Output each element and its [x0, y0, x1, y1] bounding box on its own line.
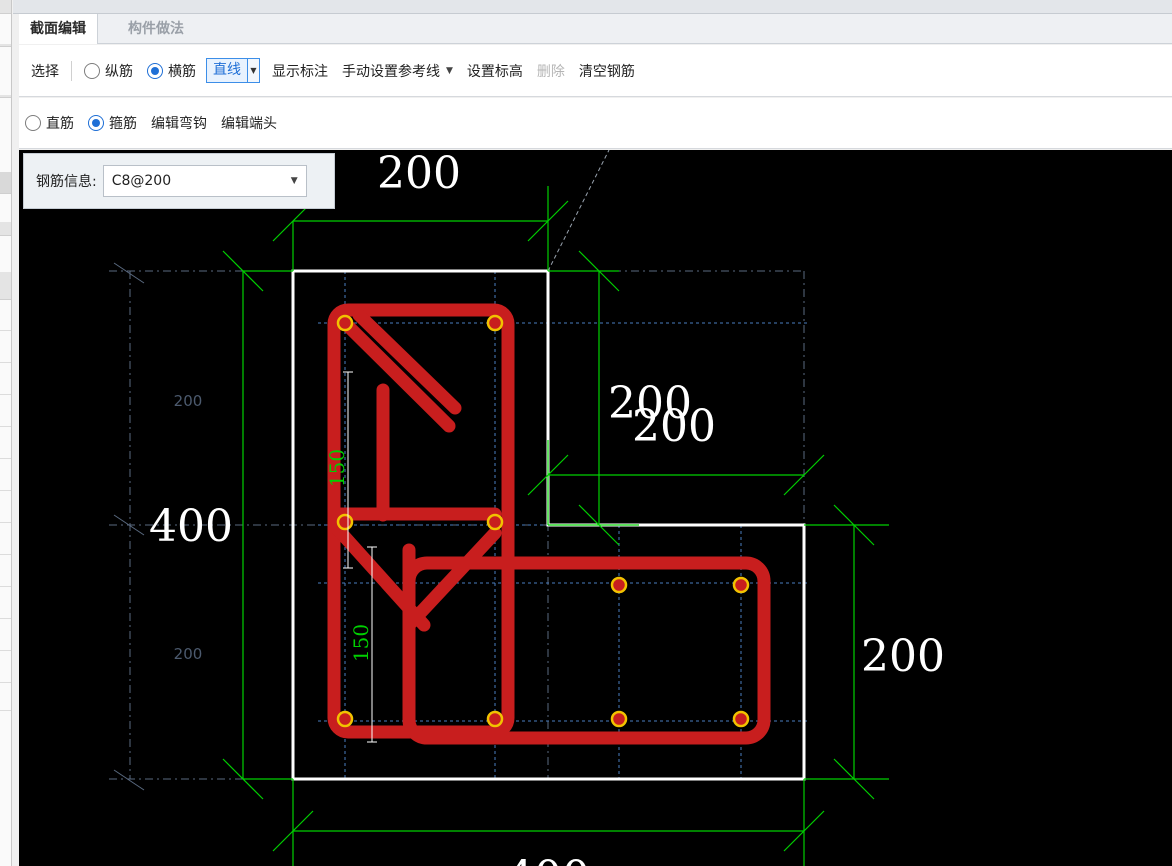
dim-stirrup-upper: 150 [325, 449, 349, 487]
dim-left-lower-small: 200 [174, 645, 203, 663]
dim-left-upper-small: 200 [174, 392, 203, 410]
stirrup-toolbar: 直筋 箍筋 编辑弯钩 编辑端头 [19, 98, 1172, 149]
manual-refline-label: 手动设置参考线 [342, 63, 440, 80]
rebar-point [486, 314, 504, 332]
left-panel-edge [0, 0, 12, 866]
select-button[interactable]: 选择 [27, 58, 63, 84]
clear-rebar-button[interactable]: 清空钢筋 [575, 58, 639, 84]
section-drawing-canvas[interactable]: 200 400 200 200 200 200 200 400 150 150 [19, 150, 1172, 866]
longitudinal-label: 纵筋 [105, 63, 133, 80]
rebar-point [336, 710, 354, 728]
rebar-point [610, 710, 628, 728]
transverse-radio[interactable]: 横筋 [143, 58, 200, 84]
straight-rebar-radio[interactable]: 直筋 [21, 110, 78, 136]
chevron-down-icon[interactable]: ▼ [247, 59, 259, 82]
stirrup-horizontal [402, 556, 771, 745]
dim-right-height: 200 [861, 631, 945, 682]
rebar-point [486, 710, 504, 728]
tab-section-edit[interactable]: 截面编辑 [19, 14, 98, 44]
stirrup-hook [338, 316, 456, 433]
edit-end-button[interactable]: 编辑端头 [217, 110, 281, 136]
dim-notch-b: 200 [632, 401, 716, 452]
line-mode-dropdown[interactable]: 直线 ▼ [206, 58, 260, 83]
manual-refline-dropdown[interactable]: 手动设置参考线 ▼ [338, 58, 457, 84]
rebar-info-select[interactable]: C8@200 ▼ [102, 165, 307, 197]
tab-bar: 截面编辑 构件做法 [19, 14, 1172, 44]
rebar-point [486, 513, 504, 531]
radio-unchecked-icon [84, 62, 100, 79]
radio-unchecked-icon [25, 115, 41, 131]
section-drawing[interactable]: 200 400 200 200 200 200 200 400 150 150 [19, 150, 1172, 866]
rebar-point [336, 513, 354, 531]
edit-hook-button[interactable]: 编辑弯钩 [147, 110, 211, 136]
rebar-info-value: C8@200 [111, 173, 172, 189]
delete-button[interactable]: 删除 [533, 58, 569, 84]
rebar-toolbar: 选择 纵筋 横筋 直线 ▼ 显示标注 手动设置参考线 ▼ 设置标高 删除 清空钢… [19, 45, 1172, 97]
centerline-outer [113, 262, 145, 284]
rebar-info-panel: 钢筋信息: C8@200 ▼ [23, 153, 335, 209]
stirrup-label: 箍筋 [109, 116, 137, 132]
radio-checked-icon [147, 62, 163, 79]
tab-component-method[interactable]: 构件做法 [117, 14, 195, 44]
reference-lines [109, 150, 807, 791]
stirrup-hook [352, 308, 462, 415]
radio-checked-icon [88, 115, 104, 131]
longitudinal-radio[interactable]: 纵筋 [80, 58, 137, 84]
line-mode-value: 直线 [207, 59, 247, 82]
toolbar-divider [71, 60, 72, 81]
show-dimension-button[interactable]: 显示标注 [268, 58, 332, 84]
window-top-bar [13, 0, 1172, 14]
straight-rebar-label: 直筋 [46, 116, 74, 132]
rebar-point [732, 576, 750, 594]
dim-bottom-partial: 400 [506, 852, 590, 866]
rebar-point [610, 576, 628, 594]
rebar-point [336, 314, 354, 332]
stirrup-diagonal [402, 526, 502, 632]
set-elevation-button[interactable]: 设置标高 [463, 58, 527, 84]
dim-top-width: 200 [377, 150, 461, 199]
rebar-info-label: 钢筋信息: [36, 174, 97, 190]
dim-stirrup-lower: 150 [349, 624, 373, 662]
rebar-point [732, 710, 750, 728]
centerline-outer [113, 769, 145, 791]
stirrup-radio[interactable]: 箍筋 [84, 110, 141, 136]
chevron-down-icon: ▼ [290, 176, 298, 186]
chevron-down-icon: ▼ [446, 65, 453, 76]
transverse-label: 横筋 [168, 63, 196, 80]
reference-guide [547, 150, 610, 272]
dim-left-height: 400 [149, 501, 233, 552]
